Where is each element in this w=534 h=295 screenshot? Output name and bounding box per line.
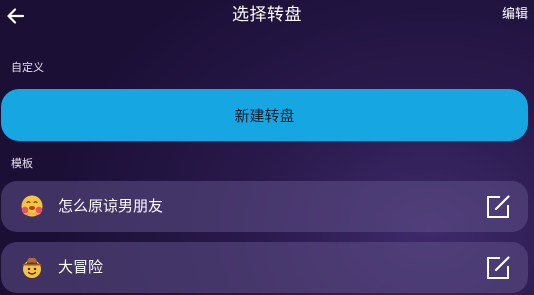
new-wheel-button[interactable]: 新建转盘 [1, 89, 528, 141]
edit-square-icon[interactable] [485, 255, 511, 281]
top-bar: 选择转盘 编辑 [0, 0, 534, 32]
edit-button[interactable]: 编辑 [502, 6, 528, 24]
hugging-face-emoji-icon [21, 195, 43, 217]
new-wheel-label: 新建转盘 [234, 106, 295, 125]
template-item-truth-dare[interactable]: 大冒险 [1, 242, 528, 293]
cowboy-face-emoji-icon [22, 257, 42, 278]
template-item-label: 大冒险 [58, 258, 104, 276]
custom-section-label: 自定义 [11, 61, 44, 74]
edit-square-icon[interactable] [485, 194, 511, 220]
template-item-label: 怎么原谅男朋友 [58, 197, 164, 215]
page-title: 选择转盘 [232, 5, 302, 25]
template-section-label: 模板 [11, 157, 33, 170]
template-item-forgive-boyfriend[interactable]: 怎么原谅男朋友 [1, 181, 528, 232]
